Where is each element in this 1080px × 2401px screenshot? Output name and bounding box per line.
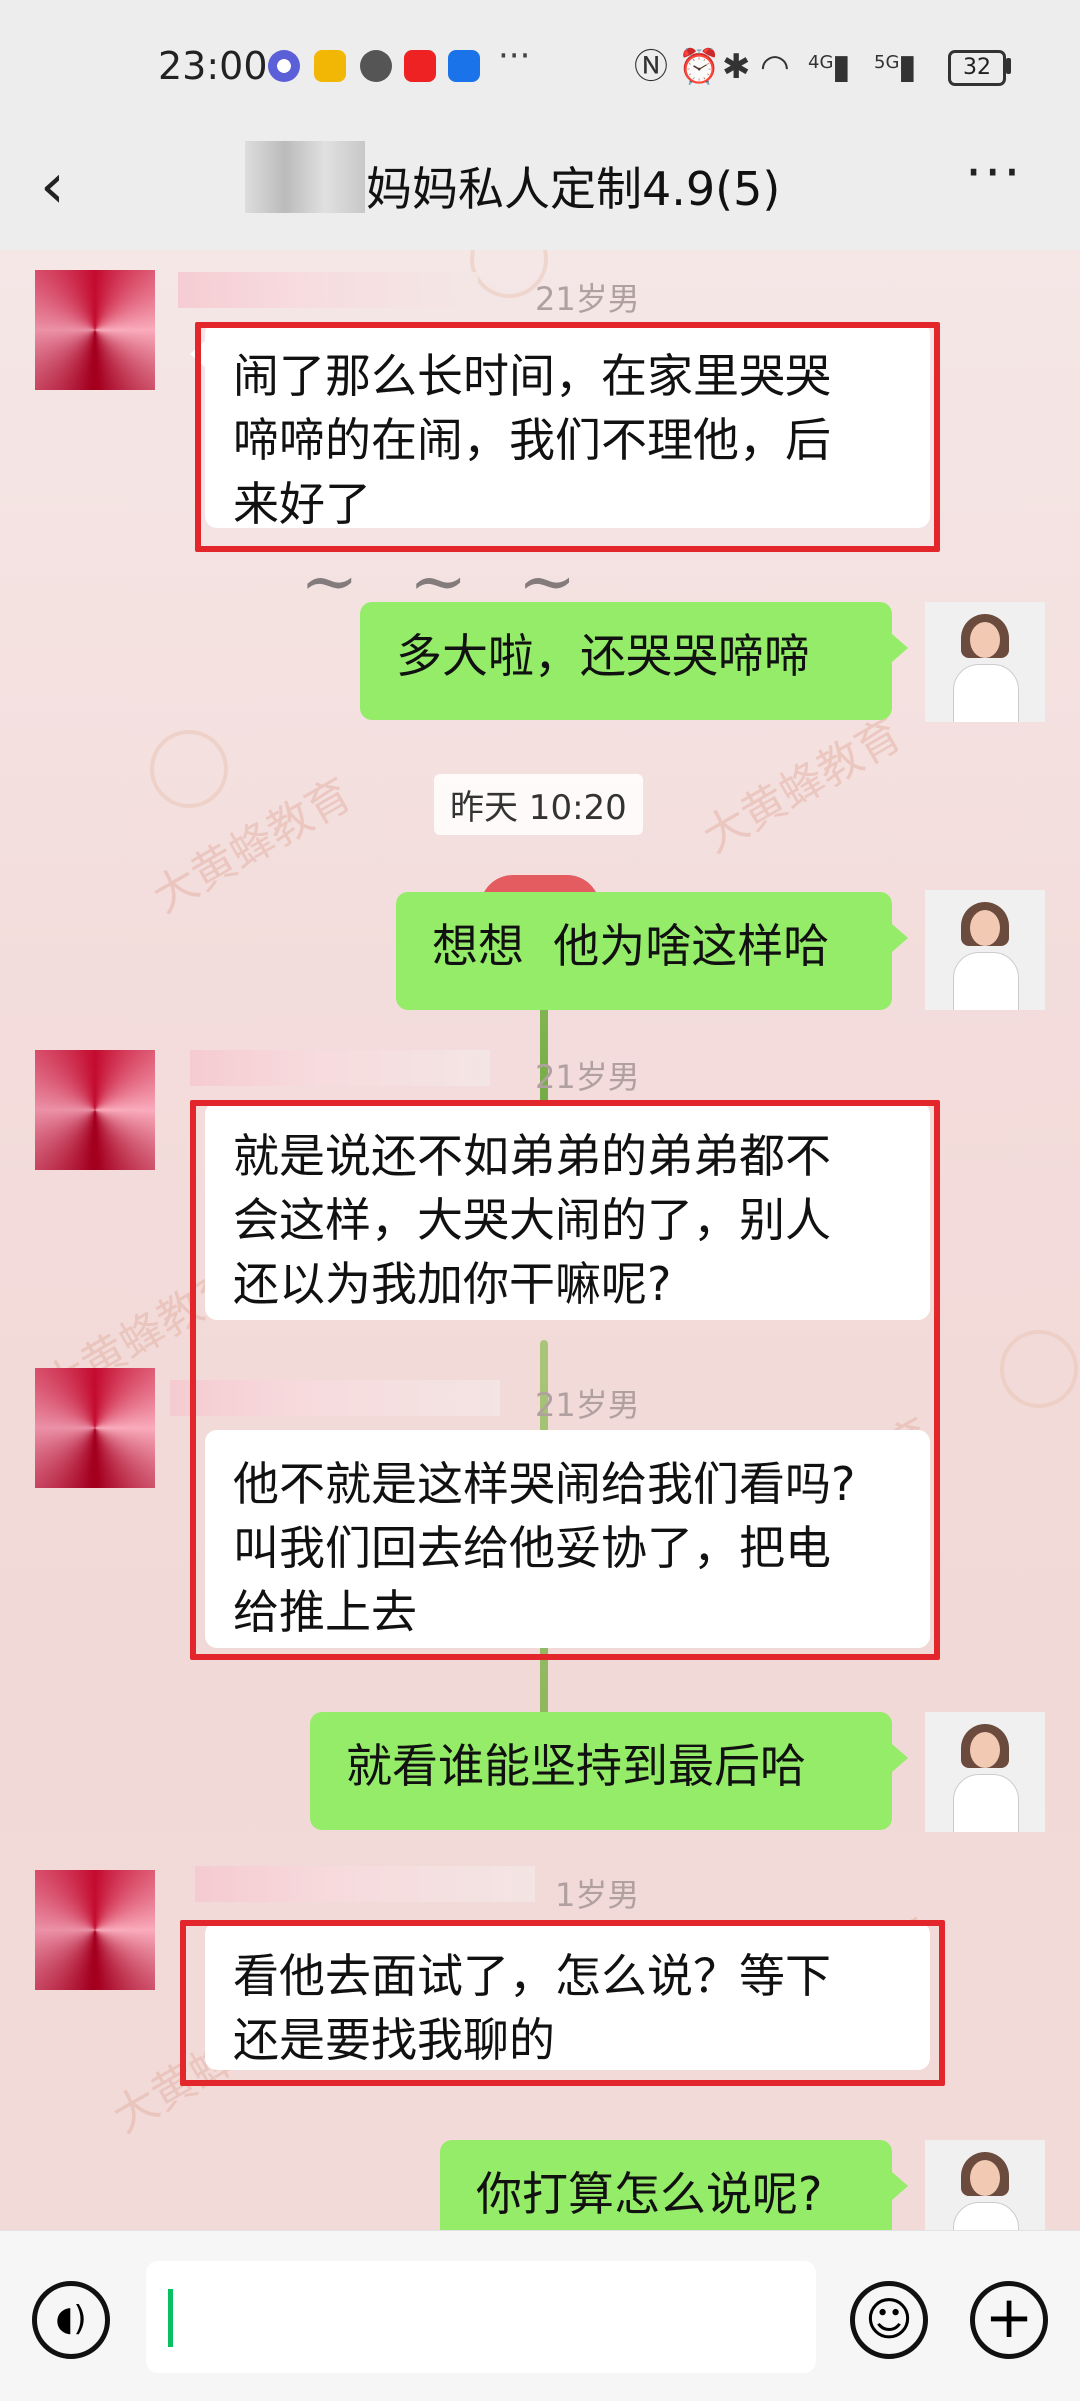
- emoji-icon[interactable]: ☺: [850, 2281, 928, 2359]
- message-input[interactable]: [146, 2261, 816, 2373]
- my-avatar[interactable]: [925, 1712, 1045, 1832]
- battery-tip: [1006, 58, 1011, 74]
- my-avatar[interactable]: [925, 2140, 1045, 2230]
- nickname-blur: [190, 1050, 490, 1086]
- mail-icon: [314, 50, 346, 82]
- alarm-icon: ⏰: [678, 47, 721, 87]
- bubble-tail: [892, 634, 908, 662]
- network-5g-label: 5G: [874, 52, 900, 73]
- chevron-left-icon[interactable]: ‹: [40, 155, 65, 217]
- nickname-blur: [178, 272, 478, 308]
- contact-avatar[interactable]: [35, 1050, 155, 1170]
- plus-icon[interactable]: +: [970, 2281, 1048, 2359]
- chat-header: ‹ 妈妈私人定制4.9(5) ···: [0, 135, 1080, 250]
- signal-icon-2: ▮: [898, 47, 917, 87]
- contact-avatar[interactable]: [35, 270, 155, 390]
- app-notification-icon: [268, 50, 300, 82]
- contact-avatar[interactable]: [35, 1368, 155, 1488]
- network-4g-label: 4G: [808, 52, 834, 73]
- sender-age: 1岁男: [555, 1876, 640, 1914]
- signal-icon: ▮: [832, 47, 851, 87]
- input-bar: ◖) ☺ +: [0, 2230, 1080, 2401]
- message-bubble-sent[interactable]: 多大啦，还哭哭啼啼: [360, 602, 892, 720]
- highlight-box: [190, 1100, 940, 1660]
- app-icon-red: [404, 50, 436, 82]
- title-blur-mask: [245, 141, 365, 213]
- contact-avatar[interactable]: [35, 1870, 155, 1990]
- highlight-box: [195, 322, 940, 552]
- voice-icon[interactable]: ◖): [32, 2281, 110, 2359]
- text-caret: [168, 2289, 173, 2347]
- bubble-tail: [892, 1744, 908, 1772]
- status-bar: 23:00 ··· Ⓝ ⏰ ✱ ◠ 4G ▮ 5G ▮ 32: [0, 0, 1080, 135]
- watermark-logo: [1000, 1330, 1078, 1408]
- watermark-logo: [150, 730, 228, 808]
- more-dots-icon[interactable]: ···: [965, 141, 1023, 204]
- nfc-icon: Ⓝ: [634, 47, 668, 87]
- sender-age: 21岁男: [535, 280, 640, 318]
- my-avatar[interactable]: [925, 602, 1045, 722]
- status-time: 23:00: [158, 44, 268, 88]
- highlight-box: [180, 1920, 945, 2086]
- watermark: 大黄蜂教育: [694, 708, 911, 863]
- wifi-icon: ◠: [760, 47, 790, 87]
- chat-title[interactable]: 妈妈私人定制4.9(5): [366, 153, 780, 219]
- message-list[interactable]: ~ ~ ~ 大黄蜂教育 大黄蜂教育 大黄蜂教育 大黄蜂教育 大黄蜂教育 大黄蜂教…: [0, 250, 1080, 2230]
- nickname-blur: [195, 1866, 535, 1902]
- message-bubble-sent[interactable]: 想想 他为啥这样哈: [396, 892, 892, 1010]
- bubble-tail: [892, 2172, 908, 2200]
- message-bubble-sent[interactable]: 你打算怎么说呢?: [440, 2140, 892, 2230]
- bulb-icon: [448, 50, 480, 82]
- bluetooth-icon: ✱: [722, 47, 751, 87]
- message-bubble-sent[interactable]: 就看谁能坚持到最后哈: [310, 1712, 892, 1830]
- sender-age: 21岁男: [535, 1058, 640, 1096]
- bubble-tail: [892, 924, 908, 952]
- chat-bubble-icon: [360, 50, 392, 82]
- message-timestamp: 昨天 10:20: [434, 774, 643, 835]
- my-avatar[interactable]: [925, 890, 1045, 1010]
- battery-icon: 32: [948, 50, 1006, 86]
- more-notifications-icon: ···: [498, 36, 531, 76]
